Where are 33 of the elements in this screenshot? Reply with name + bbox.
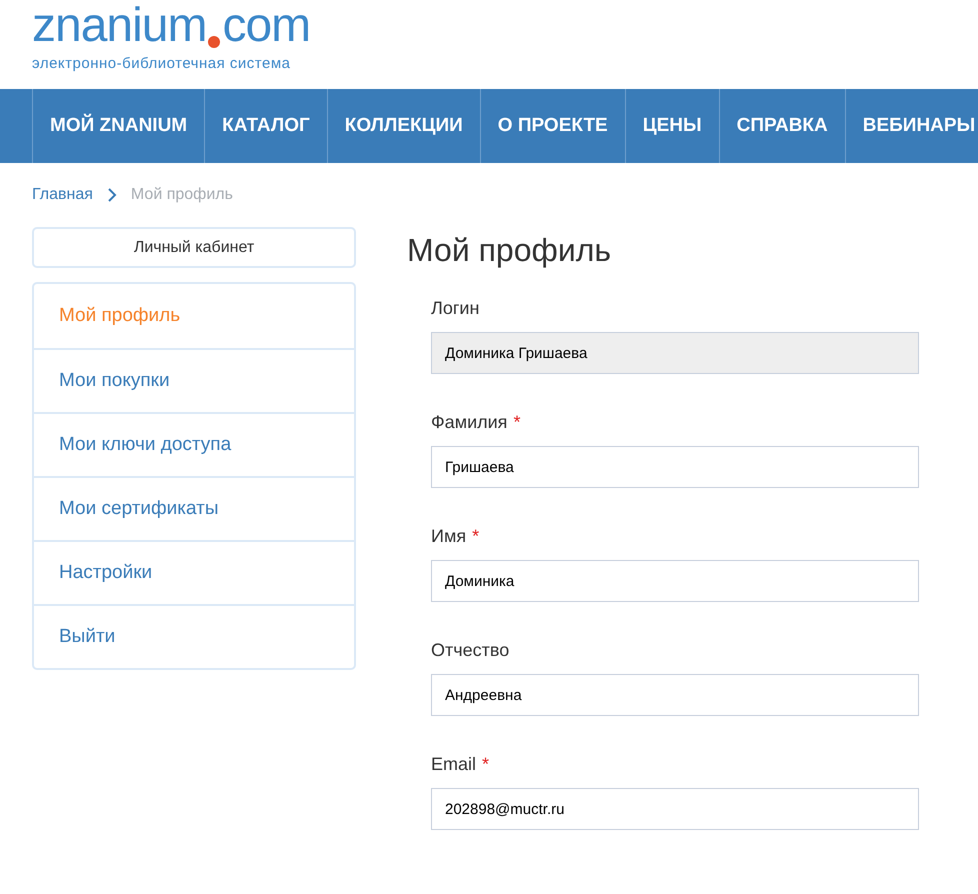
field-label: Логин	[431, 297, 480, 320]
required-mark: *	[482, 753, 490, 776]
logo-text[interactable]: com	[222, 2, 310, 50]
text-field[interactable]: 202898@muctr.ru	[431, 788, 919, 830]
field-label: Имя	[431, 525, 466, 548]
logo-text[interactable]: znanium	[32, 2, 206, 50]
text-field[interactable]: Гришаева	[431, 446, 919, 488]
chevron-right-icon	[106, 187, 117, 203]
sidebar-item[interactable]: Мои ключи доступа	[34, 412, 354, 476]
nav-link[interactable]: КАТАЛОГ	[204, 89, 327, 163]
required-mark: *	[472, 525, 480, 548]
field-label: Email	[431, 753, 476, 776]
nav-link[interactable]: ЦЕНЫ	[624, 89, 719, 163]
field-label: Фамилия	[431, 411, 508, 434]
nav-link[interactable]: МОЙ ZNANIUM	[32, 89, 204, 163]
nav-link[interactable]: ВЕБИНАРЫ	[844, 89, 978, 163]
breadcrumb-link[interactable]: Главная	[32, 183, 93, 207]
sidebar-item[interactable]: Мои покупки	[34, 348, 354, 412]
field-label: Отчество	[431, 639, 510, 662]
text-field[interactable]: Андреевна	[431, 674, 919, 716]
sidebar-item[interactable]: Настройки	[34, 540, 354, 604]
page-title: Мой профиль	[407, 231, 612, 270]
sidebar-item[interactable]: Мои сертификаты	[34, 476, 354, 540]
breadcrumb-link[interactable]: Мой профиль	[130, 183, 233, 207]
sidebar-item[interactable]: Выйти	[34, 604, 354, 668]
text-field[interactable]: Доминика	[431, 560, 919, 602]
required-mark: *	[513, 411, 520, 434]
nav-link[interactable]: О ПРОЕКТЕ	[480, 89, 625, 163]
sidebar-header: Личный кабинет	[32, 227, 356, 268]
nav-link[interactable]: КОЛЛЕКЦИИ	[326, 89, 480, 163]
nav-link[interactable]: СПРАВКА	[718, 89, 845, 163]
logo-tagline: электронно-библиотечная система	[32, 54, 292, 74]
sidebar-item[interactable]: Мой профиль	[34, 284, 354, 348]
